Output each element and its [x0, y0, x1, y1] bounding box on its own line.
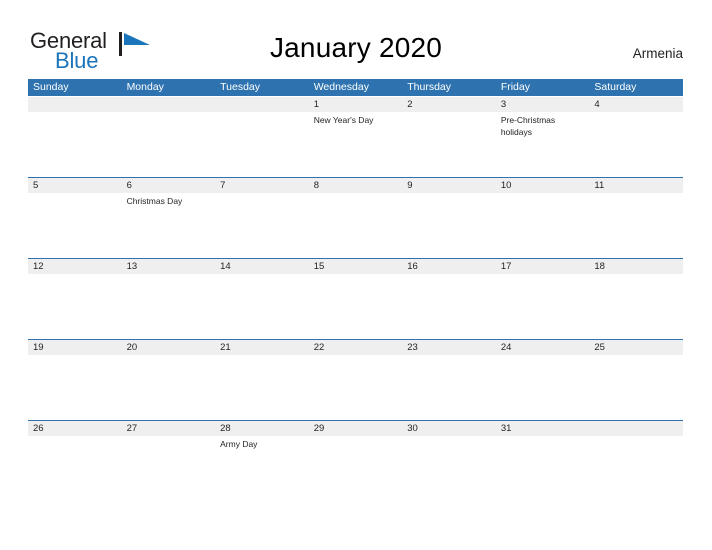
- week-date-strip: 5 6 7 8 9 10 11: [28, 178, 683, 193]
- week-row: 19 20 21 22 23 24 25: [28, 339, 683, 420]
- day-cell-number[interactable]: 24: [496, 340, 590, 355]
- week-row: 12 13 14 15 16 17 18: [28, 258, 683, 339]
- day-cell-number[interactable]: 7: [215, 178, 309, 193]
- day-cell-number[interactable]: [589, 421, 683, 436]
- day-cell-event: [215, 112, 309, 138]
- day-cell-number[interactable]: 23: [402, 340, 496, 355]
- day-cell-event: [589, 193, 683, 208]
- day-cell-event: [402, 112, 496, 138]
- day-cell-event: Pre-Christmas holidays: [500, 115, 556, 137]
- day-cell-number[interactable]: 29: [309, 421, 403, 436]
- week-date-strip: 12 13 14 15 16 17 18: [28, 259, 683, 274]
- day-cell-event: [402, 274, 496, 277]
- day-cell-event: [28, 355, 122, 358]
- week-event-strip: Army Day: [28, 436, 683, 451]
- calendar-grid: Sunday Monday Tuesday Wednesday Thursday…: [28, 79, 683, 501]
- day-cell-number[interactable]: 25: [589, 340, 683, 355]
- weekday-thursday: Thursday: [407, 81, 452, 93]
- day-cell-number[interactable]: 16: [402, 259, 496, 274]
- week-row: 1 2 3 4 New Year's Day Pre-Christmas hol…: [28, 96, 683, 177]
- day-cell-event: [496, 436, 590, 451]
- day-cell-event: [589, 274, 683, 277]
- week-event-strip: [28, 274, 683, 277]
- day-cell-number[interactable]: 20: [122, 340, 216, 355]
- day-cell-event: [496, 193, 590, 208]
- day-cell-number[interactable]: 11: [589, 178, 683, 193]
- weekday-friday: Friday: [500, 81, 530, 93]
- day-cell-number[interactable]: 21: [215, 340, 309, 355]
- day-cell-number[interactable]: 4: [589, 97, 683, 112]
- day-cell-event: [309, 355, 403, 358]
- day-cell-event: Army Day: [220, 439, 258, 449]
- day-cell-number[interactable]: 26: [28, 421, 122, 436]
- day-cell-event: Christmas Day: [126, 196, 183, 206]
- country-label: Armenia: [632, 46, 683, 61]
- day-cell-number[interactable]: 12: [28, 259, 122, 274]
- day-cell-number[interactable]: 5: [28, 178, 122, 193]
- day-cell-number[interactable]: 15: [309, 259, 403, 274]
- week-row: 5 6 7 8 9 10 11 Christmas Day: [28, 177, 683, 258]
- day-cell-number[interactable]: 18: [589, 259, 683, 274]
- day-cell-number[interactable]: 27: [122, 421, 216, 436]
- weekday-saturday: Saturday: [594, 81, 637, 93]
- day-cell-number[interactable]: 22: [309, 340, 403, 355]
- day-cell-event: [28, 436, 122, 451]
- weekday-wednesday: Wednesday: [313, 81, 369, 93]
- week-date-strip: 26 27 28 29 30 31: [28, 421, 683, 436]
- day-cell-number[interactable]: 6: [122, 178, 216, 193]
- week-event-strip: [28, 355, 683, 358]
- weekday-tuesday: Tuesday: [220, 81, 261, 93]
- week-event-strip: Christmas Day: [28, 193, 683, 208]
- day-cell-event: [28, 193, 122, 208]
- day-cell-event: [496, 355, 590, 358]
- weekday-monday: Monday: [126, 81, 164, 93]
- day-cell-number[interactable]: 2: [402, 97, 496, 112]
- day-cell-event: New Year's Day: [313, 115, 374, 125]
- day-cell-number[interactable]: 28: [215, 421, 309, 436]
- week-event-strip: New Year's Day Pre-Christmas holidays: [28, 112, 683, 138]
- day-cell-number[interactable]: [215, 97, 309, 112]
- day-cell-number[interactable]: 30: [402, 421, 496, 436]
- week-date-strip: 19 20 21 22 23 24 25: [28, 340, 683, 355]
- day-cell-number[interactable]: 9: [402, 178, 496, 193]
- day-cell-event: [309, 274, 403, 277]
- day-cell-number[interactable]: [122, 97, 216, 112]
- day-cell-number[interactable]: 3: [496, 97, 590, 112]
- day-cell-number[interactable]: 17: [496, 259, 590, 274]
- day-cell-event: [215, 355, 309, 358]
- day-cell-event: [122, 112, 216, 138]
- day-cell-number[interactable]: 31: [496, 421, 590, 436]
- day-cell-event: [309, 436, 403, 451]
- day-cell-event: [589, 112, 683, 138]
- page-header: General Blue January 2020 Armenia: [0, 0, 712, 78]
- page-title: January 2020: [269, 32, 443, 63]
- day-cell-event: [402, 193, 496, 208]
- day-cell-number[interactable]: 19: [28, 340, 122, 355]
- day-cell-number[interactable]: [28, 97, 122, 112]
- day-cell-event: [215, 274, 309, 277]
- day-cell-event: [122, 355, 216, 358]
- day-cell-event: [496, 274, 590, 277]
- day-cell-event: [122, 274, 216, 277]
- day-cell-number[interactable]: 8: [309, 178, 403, 193]
- day-cell-number[interactable]: 10: [496, 178, 590, 193]
- day-cell-event: [215, 193, 309, 208]
- day-cell-event: [589, 436, 683, 451]
- week-date-strip: 1 2 3 4: [28, 97, 683, 112]
- day-cell-event: [402, 355, 496, 358]
- day-cell-event: [402, 436, 496, 451]
- day-cell-event: [122, 436, 216, 451]
- day-cell-event: [28, 274, 122, 277]
- weekday-sunday: Sunday: [33, 81, 69, 93]
- weekday-header-row: Sunday Monday Tuesday Wednesday Thursday…: [28, 79, 683, 96]
- day-cell-number[interactable]: 1: [309, 97, 403, 112]
- day-cell-number[interactable]: 14: [215, 259, 309, 274]
- day-cell-event: [28, 112, 122, 138]
- week-row: 26 27 28 29 30 31 Army Day: [28, 420, 683, 501]
- day-cell-number[interactable]: 13: [122, 259, 216, 274]
- day-cell-event: [309, 193, 403, 208]
- day-cell-event: [589, 355, 683, 358]
